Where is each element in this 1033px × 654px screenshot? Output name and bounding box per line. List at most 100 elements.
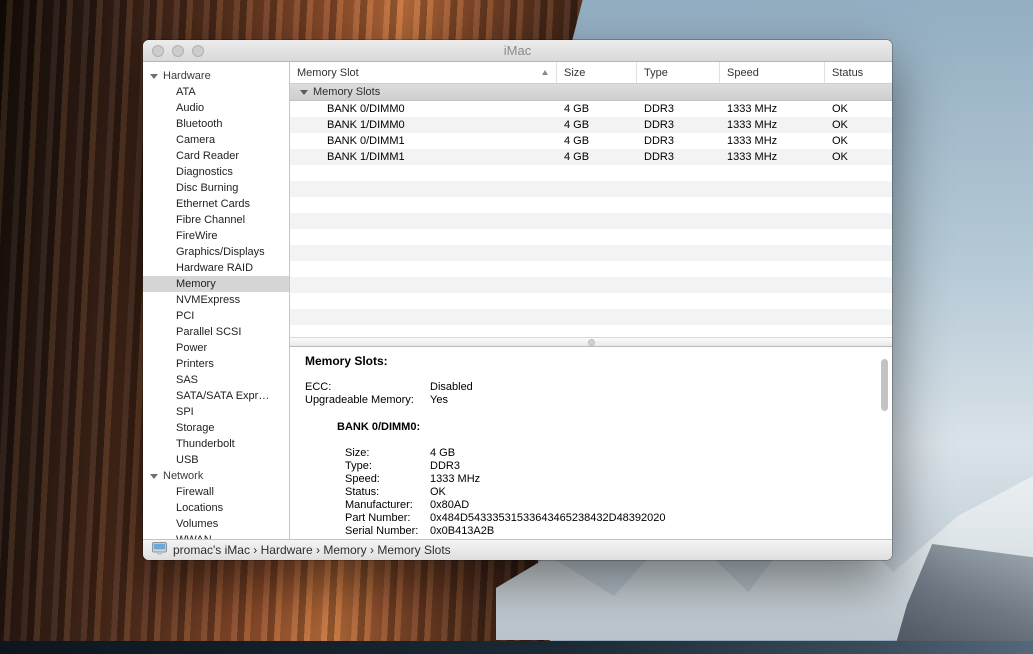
sidebar-item[interactable]: Hardware RAID (143, 260, 289, 276)
sidebar-item[interactable]: Printers (143, 356, 289, 372)
table-row[interactable]: BANK 0/DIMM0 4 GB DDR3 1333 MHz OK (290, 101, 892, 117)
sidebar-item[interactable]: Volumes (143, 516, 289, 532)
zoom-button[interactable] (192, 45, 204, 57)
detail-field-value: 0x484D54333531533643465238432D48392020 (430, 512, 666, 525)
details-scrollbar[interactable] (881, 359, 888, 411)
cell-status: OK (825, 135, 892, 147)
detail-field: Size: 4 GB (345, 447, 872, 460)
cell-size: 4 GB (557, 151, 637, 163)
detail-field-value: DDR3 (430, 460, 460, 473)
sidebar-item[interactable]: Parallel SCSI (143, 324, 289, 340)
pane-splitter[interactable] (290, 337, 892, 347)
sidebar-item[interactable]: SAS (143, 372, 289, 388)
detail-field: Type: DDR3 (345, 460, 872, 473)
bank-fields: Size: 4 GB Type: DDR3 Speed: 1333 (345, 447, 872, 538)
column-header-speed[interactable]: Speed (720, 62, 825, 83)
column-header-type[interactable]: Type (637, 62, 720, 83)
sidebar-group-label: Network (163, 470, 203, 482)
column-label: Memory Slot (297, 67, 359, 79)
close-button[interactable] (152, 45, 164, 57)
sidebar-group-label: Hardware (163, 70, 211, 82)
column-header-memory-slot[interactable]: Memory Slot (290, 62, 557, 83)
sidebar-item[interactable]: USB (143, 452, 289, 468)
sidebar-item-label: Thunderbolt (176, 438, 235, 450)
sidebar-item[interactable]: Camera (143, 132, 289, 148)
cell-memory-slot: BANK 0/DIMM1 (290, 135, 557, 147)
detail-field-value: Disabled (430, 381, 473, 394)
sidebar-item[interactable]: Card Reader (143, 148, 289, 164)
status-bar: promac's iMac › Hardware › Memory › Memo… (143, 539, 892, 560)
table-row[interactable]: BANK 1/DIMM1 4 GB DDR3 1333 MHz OK (290, 149, 892, 165)
table-rows: BANK 0/DIMM0 4 GB DDR3 1333 MHz OK BANK … (290, 101, 892, 337)
disclosure-triangle-icon[interactable] (150, 474, 158, 479)
details-title: Memory Slots: (305, 354, 872, 368)
cell-size: 4 GB (557, 103, 637, 115)
sidebar-item-label: Locations (176, 502, 223, 514)
detail-field-value: 0x0B413A2B (430, 525, 494, 538)
detail-field: Upgradeable Memory: Yes (305, 394, 872, 407)
computer-icon (152, 542, 167, 558)
detail-field: Serial Number: 0x0B413A2B (345, 525, 872, 538)
sidebar-item[interactable]: Disc Burning (143, 180, 289, 196)
detail-field-label: Manufacturer: (345, 499, 430, 512)
bank-title: BANK 0/DIMM0: (337, 421, 872, 433)
column-label: Status (832, 67, 863, 79)
sidebar-item[interactable]: Bluetooth (143, 116, 289, 132)
sidebar-item-label: Graphics/Displays (176, 246, 265, 258)
sidebar-item[interactable]: WWAN (143, 532, 289, 539)
detail-field-label: Size: (345, 447, 430, 460)
sidebar: Hardware ATA Audio Bluetooth (143, 62, 290, 539)
sidebar-item-label: Volumes (176, 518, 218, 530)
minimize-button[interactable] (172, 45, 184, 57)
disclosure-triangle-icon[interactable] (300, 90, 308, 95)
column-label: Size (564, 67, 585, 79)
sidebar-item-label: SAS (176, 374, 198, 386)
cell-type: DDR3 (637, 119, 720, 131)
sidebar-item-label: Hardware RAID (176, 262, 253, 274)
sidebar-item-label: FireWire (176, 230, 218, 242)
detail-field-label: ECC: (305, 381, 430, 394)
sidebar-item-label: ATA (176, 86, 196, 98)
sidebar-item[interactable]: Locations (143, 500, 289, 516)
sidebar-item-label: Disc Burning (176, 182, 238, 194)
sidebar-item-label: Camera (176, 134, 215, 146)
group-row-label: Memory Slots (313, 86, 380, 98)
window-controls (152, 45, 204, 57)
sidebar-item[interactable]: Graphics/Displays (143, 244, 289, 260)
cell-speed: 1333 MHz (720, 119, 825, 131)
sidebar-item[interactable]: Ethernet Cards (143, 196, 289, 212)
sidebar-item-label: Firewall (176, 486, 214, 498)
sidebar-item[interactable]: NVMExpress (143, 292, 289, 308)
sidebar-item[interactable]: Thunderbolt (143, 436, 289, 452)
table-row[interactable]: BANK 1/DIMM0 4 GB DDR3 1333 MHz OK (290, 117, 892, 133)
sidebar-group-hardware[interactable]: Hardware (143, 68, 289, 84)
cell-type: DDR3 (637, 135, 720, 147)
sidebar-item[interactable]: Power (143, 340, 289, 356)
sidebar-item-label: Storage (176, 422, 215, 434)
cell-type: DDR3 (637, 151, 720, 163)
table-group-row[interactable]: Memory Slots (290, 84, 892, 101)
sidebar-item[interactable]: FireWire (143, 228, 289, 244)
sidebar-item[interactable]: Diagnostics (143, 164, 289, 180)
sidebar-item-label: SATA/SATA Expr… (176, 390, 269, 402)
sidebar-item[interactable]: Memory (143, 276, 289, 292)
sidebar-item[interactable]: SPI (143, 404, 289, 420)
detail-field-label: Status: (345, 486, 430, 499)
table-row[interactable]: BANK 0/DIMM1 4 GB DDR3 1333 MHz OK (290, 133, 892, 149)
window-main: Hardware ATA Audio Bluetooth (143, 62, 892, 539)
sidebar-item-label: Diagnostics (176, 166, 233, 178)
sidebar-item[interactable]: Firewall (143, 484, 289, 500)
sidebar-item[interactable]: SATA/SATA Expr… (143, 388, 289, 404)
sidebar-group-network[interactable]: Network (143, 468, 289, 484)
sidebar-item[interactable]: Storage (143, 420, 289, 436)
sidebar-item[interactable]: PCI (143, 308, 289, 324)
sidebar-item[interactable]: Fibre Channel (143, 212, 289, 228)
disclosure-triangle-icon[interactable] (150, 74, 158, 79)
column-header-status[interactable]: Status (825, 62, 892, 83)
sidebar-item[interactable]: Audio (143, 100, 289, 116)
detail-field-label: Upgradeable Memory: (305, 394, 430, 407)
title-bar[interactable]: iMac (143, 40, 892, 62)
sidebar-item-label: Power (176, 342, 207, 354)
sidebar-item[interactable]: ATA (143, 84, 289, 100)
column-header-size[interactable]: Size (557, 62, 637, 83)
